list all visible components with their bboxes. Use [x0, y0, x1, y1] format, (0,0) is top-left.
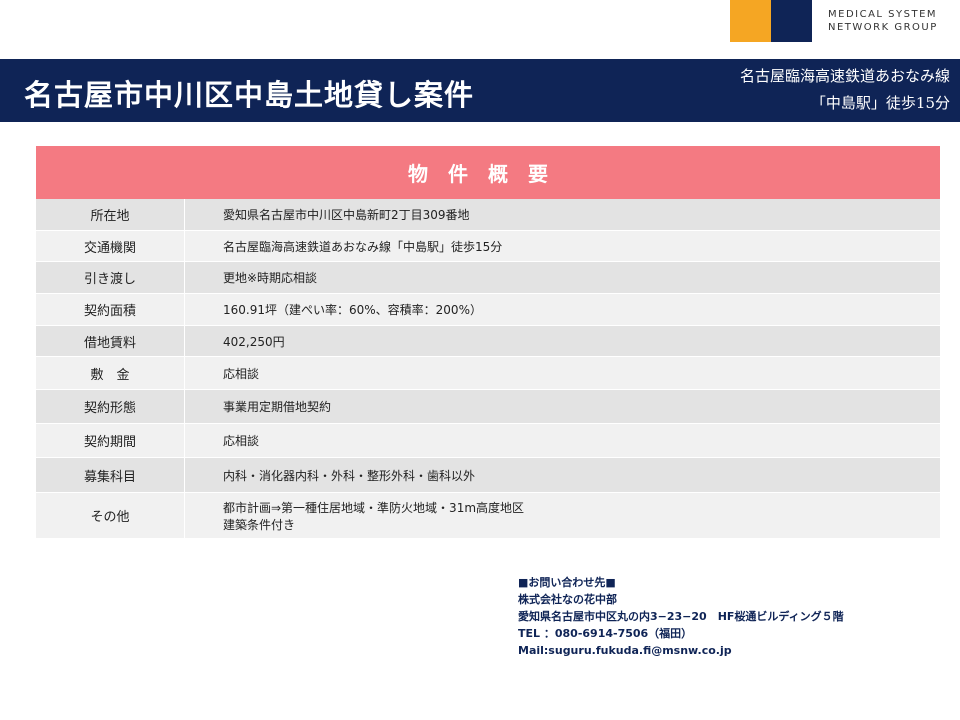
- row-value: 事業用定期借地契約: [185, 390, 940, 423]
- value-text: 更地※時期応相談: [223, 271, 318, 285]
- table-row: 契約形態 事業用定期借地契約: [36, 390, 940, 424]
- value-text: 都市計画⇒第一種住居地域・準防火地域・31m高度地区: [223, 500, 525, 515]
- contact-company: 株式会社なの花中部: [518, 593, 617, 606]
- access-info: 名古屋臨海高速鉄道あおなみ線 「中島駅」徒歩15分: [740, 63, 950, 117]
- row-value: 応相談: [185, 357, 940, 389]
- row-label: 借地賃料: [36, 326, 185, 356]
- row-label: 契約形態: [36, 390, 185, 423]
- row-value: 内科・消化器内科・外科・整形外科・歯科以外: [185, 458, 940, 492]
- row-label: 敷 金: [36, 357, 185, 389]
- company-logo: MEDICAL SYSTEM NETWORK GROUP: [730, 0, 960, 42]
- contact-info: ■お問い合わせ先■ 株式会社なの花中部 愛知県名古屋市中区丸の内3−23−20 …: [518, 574, 844, 659]
- table-row: 敷 金 応相談: [36, 357, 940, 390]
- row-label: 所在地: [36, 199, 185, 230]
- logo-orange-square: [730, 0, 771, 42]
- row-value: 402,250円: [185, 326, 940, 356]
- table-row: 交通機関 名古屋臨海高速鉄道あおなみ線「中島駅」徒歩15分: [36, 231, 940, 262]
- logo-line-2: NETWORK GROUP: [828, 22, 938, 33]
- row-label: その他: [36, 493, 185, 538]
- row-value: 更地※時期応相談: [185, 262, 940, 293]
- value-text: 160.91坪（建ぺい率：60%、容積率：200%）: [223, 303, 482, 317]
- contact-phone: TEL ：080-6914-7506（福田）: [518, 627, 693, 640]
- contact-email: Mail:suguru.fukuda.fi@msnw.co.jp: [518, 644, 732, 657]
- contact-address: 愛知県名古屋市中区丸の内3−23−20 HF桜通ビルディング５階: [518, 610, 844, 623]
- table-row: 契約期間 応相談: [36, 424, 940, 458]
- property-overview-table: 物件概要 所在地 愛知県名古屋市中川区中島新町2丁目309番地 交通機関 名古屋…: [36, 146, 940, 539]
- row-value: 応相談: [185, 424, 940, 457]
- contact-heading: ■お問い合わせ先■: [518, 576, 616, 589]
- value-text: 愛知県名古屋市中川区中島新町2丁目309番地: [223, 208, 470, 222]
- row-value: 160.91坪（建ぺい率：60%、容積率：200%）: [185, 294, 940, 325]
- title-bar: 名古屋市中川区中島土地貸し案件 名古屋臨海高速鉄道あおなみ線 「中島駅」徒歩15…: [0, 59, 960, 122]
- value-text: 402,250円: [223, 334, 285, 349]
- value-text: 応相談: [223, 434, 260, 448]
- access-line-2: 「中島駅」徒歩15分: [810, 94, 950, 112]
- page-title: 名古屋市中川区中島土地貸し案件: [24, 78, 475, 112]
- row-value: 都市計画⇒第一種住居地域・準防火地域・31m高度地区 建築条件付き: [185, 493, 940, 538]
- table-row: 所在地 愛知県名古屋市中川区中島新町2丁目309番地: [36, 199, 940, 231]
- row-value: 名古屋臨海高速鉄道あおなみ線「中島駅」徒歩15分: [185, 231, 940, 261]
- table-header: 物件概要: [36, 146, 940, 199]
- table-row: 契約面積 160.91坪（建ぺい率：60%、容積率：200%）: [36, 294, 940, 326]
- table-row: 引き渡し 更地※時期応相談: [36, 262, 940, 294]
- logo-text: MEDICAL SYSTEM NETWORK GROUP: [828, 8, 938, 34]
- row-value: 愛知県名古屋市中川区中島新町2丁目309番地: [185, 199, 940, 230]
- row-label: 募集科目: [36, 458, 185, 492]
- value-text-2: 建築条件付き: [223, 517, 296, 532]
- value-text: 内科・消化器内科・外科・整形外科・歯科以外: [223, 468, 476, 483]
- logo-line-1: MEDICAL SYSTEM: [828, 9, 938, 20]
- table-row: その他 都市計画⇒第一種住居地域・準防火地域・31m高度地区 建築条件付き: [36, 493, 940, 539]
- value-text: 応相談: [223, 366, 260, 381]
- row-label: 契約期間: [36, 424, 185, 457]
- row-label: 契約面積: [36, 294, 185, 325]
- table-row: 募集科目 内科・消化器内科・外科・整形外科・歯科以外: [36, 458, 940, 493]
- logo-navy-square: [771, 0, 812, 42]
- row-label: 交通機関: [36, 231, 185, 261]
- table-row: 借地賃料 402,250円: [36, 326, 940, 357]
- access-line-1: 名古屋臨海高速鉄道あおなみ線: [739, 67, 950, 85]
- value-text: 名古屋臨海高速鉄道あおなみ線「中島駅」徒歩15分: [223, 239, 503, 254]
- value-text: 事業用定期借地契約: [223, 400, 332, 414]
- row-label: 引き渡し: [36, 262, 185, 293]
